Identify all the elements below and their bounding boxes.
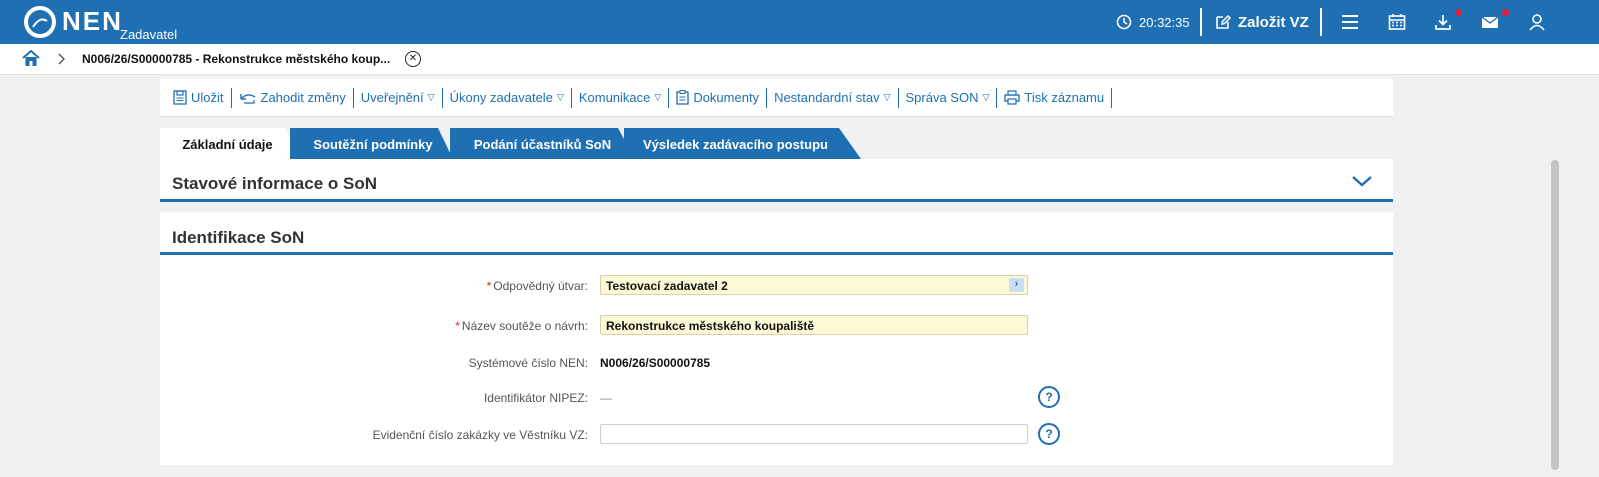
action-toolbar: Uložit Zahodit změny Uveřejnění ▽ Úkony … [160, 79, 1393, 117]
system-number-value: N006/26/S00000785 [600, 356, 711, 370]
tab-competition-conditions[interactable]: Soutěžní podmínky [302, 128, 444, 159]
unit-label: * Odpovědný útvar: [486, 279, 588, 293]
responsible-unit-field[interactable]: Testovací zadavatel 2 › [600, 275, 1028, 295]
brand-subtitle: Zadavatel [120, 27, 178, 42]
identification-title: Identifikace SoN [172, 228, 305, 247]
undo-icon [239, 91, 257, 104]
documents-button[interactable]: Dokumenty [669, 87, 768, 108]
publish-menu[interactable]: Uveřejnění ▽ [354, 87, 443, 108]
form-row-evidence: Evidenční číslo zakázky ve Věstníku VZ: … [160, 423, 1393, 448]
home-icon[interactable] [22, 50, 40, 67]
son-management-menu[interactable]: Správa SON ▽ [899, 87, 998, 108]
nipez-value: — [600, 391, 612, 405]
breadcrumb-bar: N006/26/S00000785 - Rekonstrukce městské… [0, 44, 1599, 75]
caret-down-icon: ▽ [982, 92, 990, 102]
create-vz-button[interactable]: Založit VZ [1214, 13, 1309, 31]
section-underline [160, 199, 1393, 202]
tab-participant-submissions[interactable]: Podání účastníků SoN [460, 128, 625, 159]
contracting-acts-label: Úkony zadavatele [449, 90, 553, 105]
caret-down-icon: ▽ [654, 92, 662, 102]
print-record-button[interactable]: Tisk záznamu [997, 87, 1113, 108]
session-clock: 20:32:35 [1139, 15, 1190, 30]
edit-icon [1216, 14, 1232, 29]
caret-down-icon: ▽ [427, 92, 435, 102]
communication-menu[interactable]: Komunikace ▽ [572, 87, 670, 108]
form-row-name: * Název soutěže o návrh: Rekonstrukce měs… [160, 315, 1393, 339]
required-marker: * [486, 279, 492, 293]
calendar-icon[interactable] [1387, 12, 1407, 32]
nen-logo-icon[interactable] [24, 6, 56, 38]
save-button[interactable]: Uložit [166, 87, 232, 108]
nonstandard-state-menu[interactable]: Nestandardní stav ▽ [767, 87, 899, 108]
chevron-right-icon [58, 53, 65, 65]
mail-badge [1502, 9, 1509, 16]
scrollbar[interactable] [1551, 160, 1559, 470]
divider [1320, 8, 1322, 36]
download-icon[interactable] [1433, 12, 1453, 32]
status-info-title: Stavové informace o SoN [172, 174, 378, 193]
caret-down-icon: ▽ [556, 92, 564, 102]
responsible-unit-value: Testovací zadavatel 2 [606, 279, 728, 293]
form-row-unit: * Odpovědný útvar: Testovací zadavatel 2 … [160, 275, 1393, 299]
breadcrumb-current[interactable]: N006/26/S00000785 - Rekonstrukce městské… [82, 52, 390, 66]
evidence-number-field[interactable] [600, 424, 1028, 444]
download-badge [1455, 9, 1462, 16]
tab-bar: Základní údaje Soutěžní podmínky Podání … [160, 128, 880, 159]
tab-procedure-result[interactable]: Výsledek zadávacího postupu [632, 128, 839, 159]
mail-icon[interactable] [1480, 12, 1500, 32]
chevron-down-icon[interactable] [1351, 175, 1373, 188]
close-tab-icon[interactable]: ✕ [405, 51, 421, 67]
user-icon[interactable] [1527, 12, 1547, 32]
chevron-right-icon[interactable]: › [1009, 278, 1024, 292]
clipboard-icon [676, 90, 689, 105]
tab-basic-data[interactable]: Základní údaje [160, 128, 295, 159]
clock-icon [1116, 14, 1132, 30]
discard-changes-label: Zahodit změny [260, 90, 346, 105]
communication-label: Komunikace [578, 90, 651, 105]
help-icon[interactable]: ? [1038, 423, 1060, 445]
save-label: Uložit [191, 90, 224, 105]
divider [1200, 8, 1202, 36]
required-marker: * [455, 319, 460, 333]
documents-label: Dokumenty [693, 90, 760, 105]
status-info-panel[interactable]: Stavové informace o SoN [160, 159, 1393, 202]
form-row-sysnum: Systémové číslo NEN: N006/26/S00000785 [160, 352, 1393, 376]
competition-name-field[interactable]: Rekonstrukce městského koupaliště [600, 315, 1028, 335]
caret-down-icon: ▽ [883, 92, 891, 102]
top-bar: NEN Zadavatel 20:32:35 Založit VZ [0, 0, 1599, 44]
print-icon [1004, 90, 1021, 105]
discard-changes-button[interactable]: Zahodit změny [232, 87, 354, 108]
nonstandard-state-label: Nestandardní stav [774, 90, 880, 105]
save-icon [173, 90, 187, 105]
print-record-label: Tisk záznamu [1024, 90, 1105, 105]
form-row-nipez: Identifikátor NIPEZ: — ? [160, 386, 1393, 411]
contracting-acts-menu[interactable]: Úkony zadavatele ▽ [443, 87, 572, 108]
create-vz-label: Založit VZ [1238, 13, 1309, 31]
help-icon[interactable]: ? [1038, 386, 1060, 408]
name-label: * Název soutěže o návrh: [455, 319, 588, 333]
evidence-number-label: Evidenční číslo zakázky ve Věstníku VZ: [372, 428, 588, 442]
menu-icon[interactable] [1340, 12, 1360, 32]
publish-label: Uveřejnění [360, 90, 424, 105]
section-underline [160, 252, 1393, 255]
nipez-label: Identifikátor NIPEZ: [483, 391, 588, 405]
system-number-label: Systémové číslo NEN: [468, 356, 588, 370]
brand-name: NEN [62, 6, 123, 36]
son-management-label: Správa SON [905, 90, 979, 105]
